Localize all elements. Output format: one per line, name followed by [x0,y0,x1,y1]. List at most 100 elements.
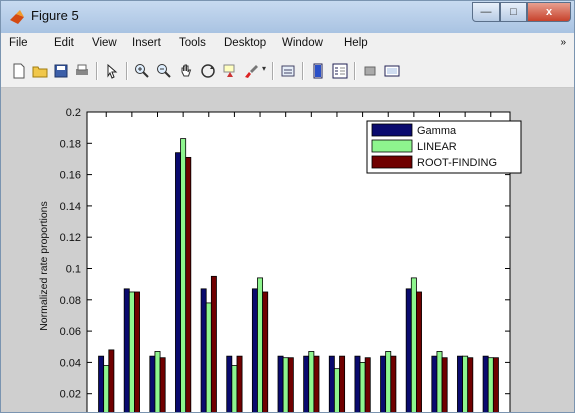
bar-linear [359,361,366,412]
y-tick-label: 0.14 [60,201,81,213]
bar-root-finding [185,156,192,412]
y-axis-label: Normalized rate proportions [38,201,50,331]
bar-gamma [251,288,258,412]
legend-swatch [371,155,413,169]
colorbar-icon[interactable] [310,63,326,79]
rotate-3d-icon[interactable] [200,63,216,79]
y-tick-label: 0.18 [60,138,81,150]
menu-insert[interactable]: Insert [132,37,161,49]
maximize-button[interactable]: □ [500,2,527,22]
y-tick-label: 0.2 [66,107,81,119]
legend-label: LINEAR [417,141,457,153]
zoom-out-icon[interactable] [156,63,172,79]
menu-window[interactable]: Window [282,37,323,49]
bar-linear [231,365,238,412]
bar-root-finding [313,355,320,412]
bar-gamma [123,288,130,412]
y-tick-label: 0.04 [60,357,81,369]
y-tick-label: 0.02 [60,389,81,401]
brush-icon[interactable] [244,63,260,79]
bar-linear [410,277,417,412]
legend-swatch [371,139,413,153]
bar-root-finding [364,357,371,412]
menu-view[interactable]: View [92,37,117,49]
matlab-logo-icon [10,10,24,24]
menu-overflow-icon[interactable]: » [560,37,566,48]
bar-gamma [405,288,412,412]
bar-root-finding [159,357,166,412]
bar-linear [308,351,315,412]
pan-icon[interactable] [178,63,194,79]
hide-plot-tools-icon[interactable] [362,63,378,79]
bar-gamma [354,355,361,412]
new-figure-icon[interactable] [11,63,27,79]
y-tick-label: 0.16 [60,170,81,182]
pointer-icon[interactable] [104,63,120,79]
close-button[interactable]: x [527,2,571,22]
menu-tools[interactable]: Tools [179,37,206,49]
bar-linear [385,351,392,412]
bar-linear [282,357,289,412]
legend-icon[interactable] [332,63,348,79]
bar-root-finding [134,291,140,412]
bar-linear [180,138,187,412]
bar-chart: 0.02 0.04 0.06 0.08 0.1 0.12 0.14 0.16 0.18 0.2 N… [38,107,522,412]
link-plot-icon[interactable] [280,63,296,79]
bar-linear [103,365,110,412]
save-icon[interactable] [53,63,69,79]
bar-root-finding [390,355,397,412]
bar-linear [487,357,494,412]
figure-window: Figure 5 — □ x File Edit View Insert Too… [0,0,575,413]
bar-linear [333,368,340,412]
bar-linear [128,291,135,412]
bar-gamma [482,355,489,412]
open-file-icon[interactable] [32,63,48,79]
bar-gamma [380,355,387,412]
legend-label: ROOT-FINDING [417,157,497,169]
bar-gamma [431,355,438,412]
bar-root-finding [441,357,448,412]
y-tick-label: 0.08 [60,295,81,307]
bar-gamma [303,355,310,412]
bar-root-finding [339,355,346,412]
bar-linear [154,351,161,412]
bar-gamma [328,355,335,412]
bar-gamma [226,355,233,412]
bar-gamma [277,355,284,412]
title-bar[interactable]: Figure 5 — □ x [1,1,574,33]
bar-root-finding [467,357,474,412]
menu-bar: File Edit View Insert Tools Desktop Wind… [1,33,574,55]
figure-canvas: 0.02 0.04 0.06 0.08 0.1 0.12 0.14 0.16 0.18 0.2 N… [1,88,574,412]
print-icon[interactable] [74,63,90,79]
bar-gamma [200,288,207,412]
legend-swatch [371,123,413,137]
bar-root-finding [108,349,115,412]
bar-gamma [98,355,105,412]
show-plot-tools-icon[interactable] [384,63,400,79]
y-tick-label: 0.1 [66,264,81,276]
bar-linear [257,277,264,412]
bar-root-finding [492,357,499,412]
bar-gamma [175,152,181,412]
bar-root-finding [287,357,294,412]
bar-linear [436,351,443,412]
figure-toolbar: ▾ [1,55,574,88]
bar-linear [205,302,212,412]
brush-dropdown-icon[interactable]: ▾ [262,64,266,73]
zoom-in-icon[interactable] [134,63,150,79]
legend-label: Gamma [417,125,457,137]
bar-root-finding [236,355,243,412]
minimize-button[interactable]: — [472,2,500,22]
menu-desktop[interactable]: Desktop [224,37,266,49]
menu-help[interactable]: Help [344,37,368,49]
data-cursor-icon[interactable] [222,63,238,79]
bar-root-finding [262,291,269,412]
menu-edit[interactable]: Edit [54,37,74,49]
bar-root-finding [416,291,422,412]
bar-gamma [457,355,463,412]
bar-linear [462,355,469,412]
y-tick-label: 0.12 [60,232,81,244]
menu-file[interactable]: File [9,37,28,49]
y-tick-label: 0.06 [60,326,81,338]
window-title: Figure 5 [31,8,79,23]
